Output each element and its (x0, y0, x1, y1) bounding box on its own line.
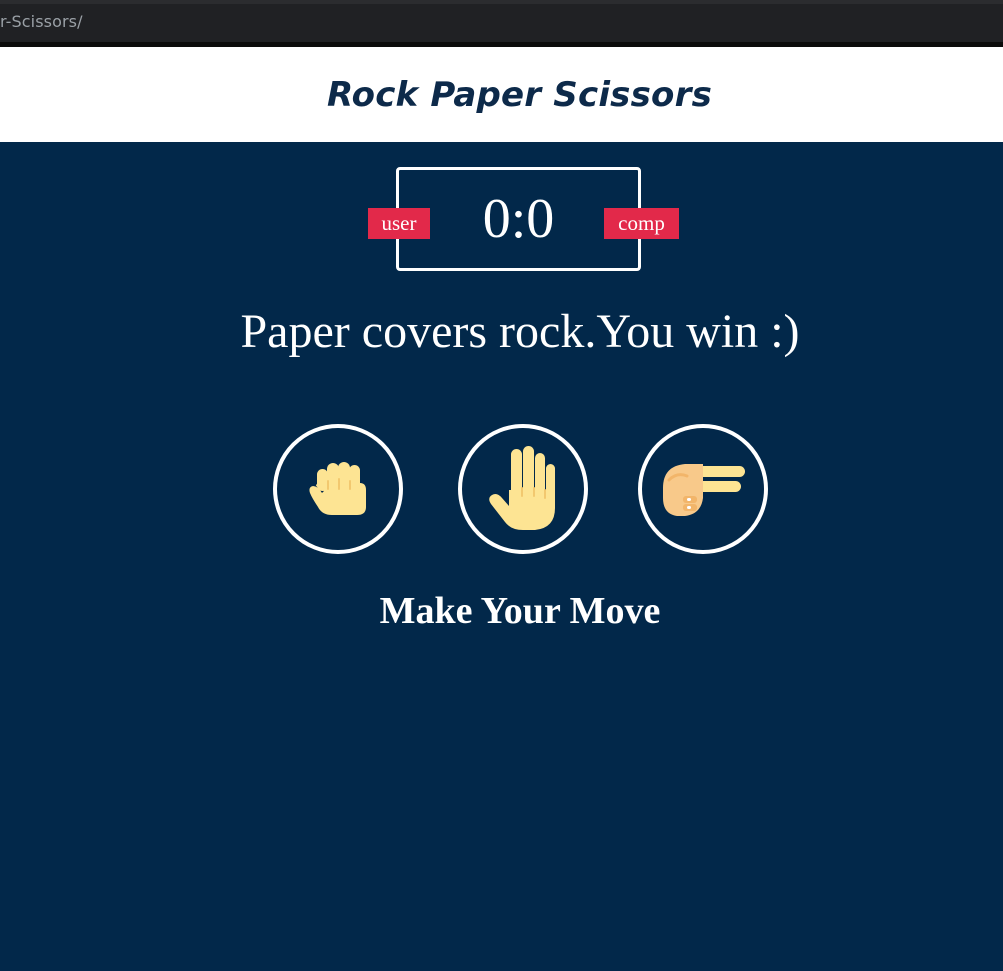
score-value: 0:0 (482, 188, 555, 250)
result-message: Paper covers rock.You win :) (240, 305, 800, 358)
victory-hand-icon (663, 464, 745, 516)
scissors-choice-button[interactable] (638, 424, 768, 554)
raised-hand-icon (489, 446, 555, 530)
comp-badge: comp (604, 208, 679, 239)
page-header: Rock Paper Scissors (0, 47, 1003, 142)
browser-url-bar[interactable]: r-Scissors/ (0, 0, 1003, 42)
url-text: r-Scissors/ (0, 12, 83, 31)
paper-choice-button[interactable] (458, 424, 588, 554)
rock-choice-button[interactable] (273, 424, 403, 554)
user-badge: user (368, 208, 430, 239)
game-area: 0:0 user comp Paper covers rock.You win … (0, 142, 1003, 971)
action-message: Make Your Move (379, 590, 661, 632)
fist-icon (309, 462, 366, 515)
page-title: Rock Paper Scissors (326, 74, 713, 115)
